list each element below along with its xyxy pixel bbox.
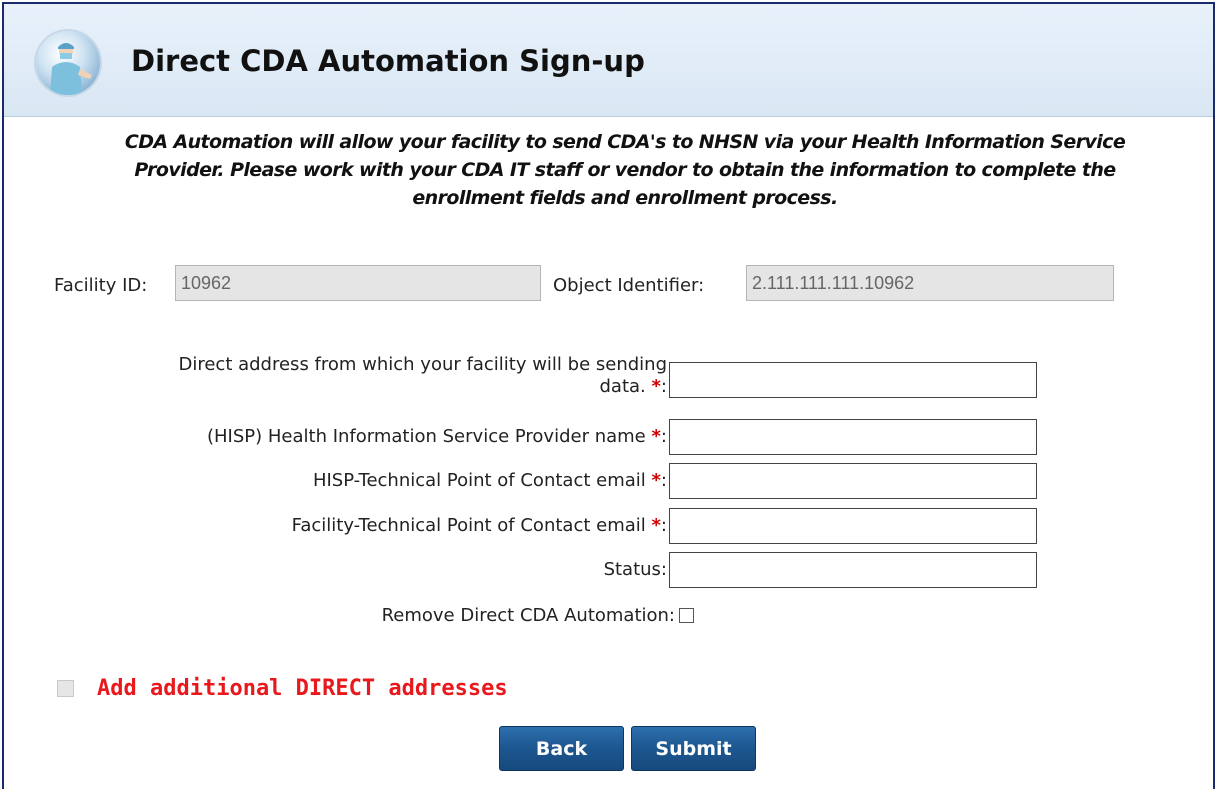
required-mark: *: [651, 426, 661, 447]
object-identifier-label: Object Identifier:: [553, 275, 705, 296]
intro-line: CDA Automation will allow your facility …: [124, 131, 1126, 153]
hisp-contact-label: HISP-Technical Point of Contact email *:: [312, 470, 667, 491]
intro-line: Provider. Please work with your CDA IT s…: [134, 159, 1116, 181]
required-mark: *: [651, 515, 661, 536]
page-header: Direct CDA Automation Sign-up: [4, 4, 1213, 117]
facility-contact-label: Facility-Technical Point of Contact emai…: [291, 515, 667, 536]
submit-button[interactable]: Submit: [631, 726, 756, 771]
clinician-logo-icon: [36, 31, 100, 95]
required-mark: *: [651, 376, 661, 397]
hisp-name-input[interactable]: [669, 419, 1037, 455]
back-button[interactable]: Back: [499, 726, 624, 771]
facility-id-field: 10962: [175, 265, 541, 301]
intro-text: CDA Automation will allow your facility …: [70, 128, 1180, 212]
facility-id-label: Facility ID:: [54, 275, 148, 296]
intro-line: enrollment fields and enrollment process…: [412, 187, 838, 209]
remove-automation-label: Remove Direct CDA Automation:: [381, 605, 675, 626]
direct-address-input[interactable]: [669, 362, 1037, 398]
object-identifier-field: 2.111.111.111.10962: [746, 265, 1114, 301]
status-input[interactable]: [669, 552, 1037, 588]
hisp-name-label: (HISP) Health Information Service Provid…: [207, 426, 667, 447]
add-additional-addresses-label[interactable]: Add additional DIRECT addresses: [97, 676, 508, 701]
status-label: Status:: [603, 559, 667, 580]
remove-automation-checkbox[interactable]: [679, 608, 694, 623]
page-title: Direct CDA Automation Sign-up: [131, 44, 645, 78]
facility-contact-email-input[interactable]: [669, 508, 1037, 544]
required-mark: *: [651, 470, 661, 491]
add-additional-addresses-checkbox[interactable]: [57, 680, 74, 697]
hisp-contact-email-input[interactable]: [669, 463, 1037, 499]
direct-address-label: Direct address from which your facility …: [178, 354, 667, 397]
